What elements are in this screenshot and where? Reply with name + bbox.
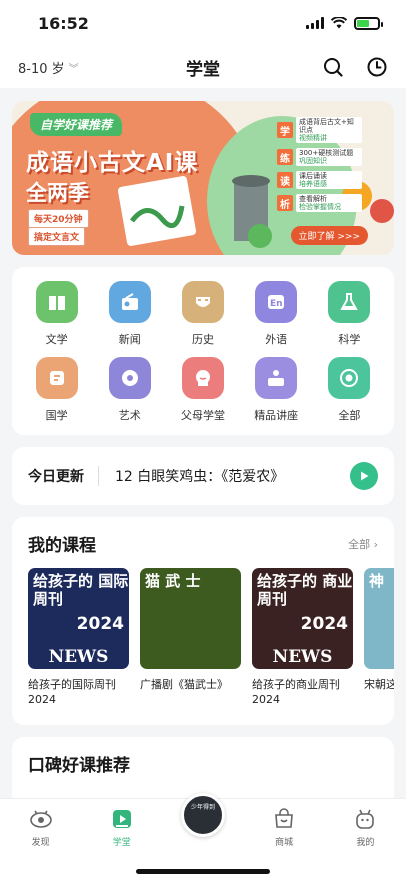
wifi-icon	[331, 17, 347, 29]
banner-step: 读课后诵读 培养语感	[277, 171, 362, 189]
player-disc-icon[interactable]: 少年得到	[180, 793, 225, 837]
parent-icon	[195, 370, 210, 386]
play-icon	[361, 471, 369, 481]
radio-icon	[121, 293, 138, 310]
banner-chip: 每天20分钟	[28, 209, 89, 228]
category-label: 历史	[191, 333, 214, 346]
today-label: 今日更新	[28, 466, 99, 486]
book-icon	[48, 296, 65, 310]
bottom-tab-bar: 发现 学堂 少年得到 商城 我的	[0, 793, 406, 883]
banner-tag: 自学好课推荐	[30, 113, 123, 136]
discover-icon	[29, 810, 52, 828]
my-courses-title: 我的课程	[28, 536, 96, 556]
course-cover: 给孩子的 商业周刊 2024 NEWS	[252, 568, 353, 669]
chevron-right-icon: ›	[373, 537, 378, 551]
today-update-bar[interactable]: 今日更新 12 白眼笑鸡虫：《范爱农》	[12, 447, 394, 505]
play-button[interactable]	[350, 462, 378, 490]
category-palette[interactable]: 艺术	[93, 357, 166, 423]
banner-title: 成语小古文AI课	[26, 150, 199, 176]
course-cover: 给孩子的 国际周刊 2024 NEWS	[28, 568, 129, 669]
banner-subtitle: 全两季	[26, 181, 89, 205]
category-language[interactable]: En 外语	[240, 281, 313, 347]
category-label: 科学	[338, 333, 361, 346]
category-lecture[interactable]: 精品讲座	[240, 357, 313, 423]
category-label: 精品讲座	[254, 409, 299, 422]
tab-profile[interactable]: 我的	[335, 807, 395, 883]
category-label: 父母学堂	[180, 409, 225, 422]
course-title: 广播剧《猫武士》	[140, 678, 228, 691]
all-icon	[340, 369, 359, 387]
category-label: 文学	[45, 333, 68, 346]
tab-discover[interactable]: 发现	[11, 807, 71, 883]
category-radio[interactable]: 新闻	[93, 281, 166, 347]
banner-chip: 搞定文言文	[28, 227, 86, 246]
course-card[interactable]: 给孩子的 国际周刊 2024 NEWS 给孩子的国际周刊2024	[28, 568, 129, 707]
category-parent[interactable]: 父母学堂	[166, 357, 239, 423]
battery-icon	[354, 16, 383, 30]
my-courses-section: 我的课程 全部 › 给孩子的 国际周刊 2024 NEWS 给孩子的国际周刊2024 猫…	[12, 517, 394, 725]
course-card[interactable]: 猫 武 士广播剧《猫武士》	[140, 568, 241, 707]
today-episode-title: 12 白眼笑鸡虫：《范爱农》	[115, 469, 285, 485]
course-list: 给孩子的 国际周刊 2024 NEWS 给孩子的国际周刊2024 猫 武 士广播剧《猫武…	[12, 568, 394, 725]
language-icon: En	[268, 295, 285, 309]
course-card[interactable]: 神宋朝这季｜神	[364, 568, 394, 707]
recommend-title: 口碑好课推荐	[28, 756, 130, 776]
course-cover: 神	[364, 568, 394, 669]
search-button[interactable]	[322, 56, 344, 78]
scroll-icon	[49, 371, 64, 385]
banner-cta-button[interactable]: 立即了解 >>>	[290, 226, 368, 245]
category-flask[interactable]: 科学	[313, 281, 386, 347]
flask-icon	[340, 293, 359, 310]
header: 8-10 岁 ︾ 学堂	[0, 46, 406, 88]
course-cover: 猫 武 士	[140, 568, 241, 669]
course-title: 给孩子的商业周刊2024	[252, 678, 340, 706]
chevron-down-icon: ︾	[68, 63, 79, 75]
status-bar: 16:52	[0, 0, 406, 46]
category-all[interactable]: 全部	[313, 357, 386, 423]
shop-icon	[275, 808, 294, 828]
category-book[interactable]: 文学	[20, 281, 93, 347]
age-label: 8-10 岁	[18, 61, 65, 77]
age-selector[interactable]: 8-10 岁 ︾	[18, 58, 79, 77]
course-title: 宋朝这季｜神	[364, 678, 394, 691]
category-label: 国学	[45, 409, 68, 422]
banner-steps: 学成语背后古文+知识点 视频精讲 练 300+硬核测试题 巩固知识 读课后诵读 培养语感…	[277, 117, 362, 212]
svg-text:En: En	[270, 299, 283, 309]
mask-icon	[195, 297, 210, 307]
search-icon	[324, 58, 343, 77]
lecture-icon	[268, 370, 285, 386]
promo-banner[interactable]: 自学好课推荐 成语小古文AI课 全两季 每天20分钟 搞定文言文 学成语背后古文…	[12, 101, 394, 255]
see-all-link[interactable]: 全部 ›	[348, 536, 378, 552]
category-label: 外语	[265, 333, 288, 346]
profile-icon	[356, 809, 375, 829]
course-title: 给孩子的国际周刊2024	[28, 678, 116, 706]
clock-icon	[367, 57, 387, 77]
category-label: 艺术	[118, 409, 141, 422]
banner-step: 析查看解析 检验掌握情况	[277, 194, 362, 212]
home-indicator	[136, 869, 270, 874]
signal-icon	[306, 17, 324, 29]
banner-step: 学成语背后古文+知识点 视频精讲	[277, 117, 362, 143]
category-scroll[interactable]: 国学	[20, 357, 93, 423]
history-button[interactable]	[366, 56, 388, 78]
category-mask[interactable]: 历史	[166, 281, 239, 347]
category-label: 新闻	[118, 333, 141, 346]
banner-step: 练 300+硬核测试题 巩固知识	[277, 148, 362, 166]
status-time: 16:52	[38, 13, 89, 33]
category-grid: 文学 新闻 历史 En 外语 科学国学 艺术 父母学堂 精品讲座 全部	[12, 267, 394, 435]
category-label: 全部	[338, 409, 361, 422]
school-icon	[112, 810, 131, 828]
course-card[interactable]: 给孩子的 商业周刊 2024 NEWS 给孩子的商业周刊2024	[252, 568, 353, 707]
status-icons	[306, 16, 383, 30]
palette-icon	[121, 370, 138, 386]
